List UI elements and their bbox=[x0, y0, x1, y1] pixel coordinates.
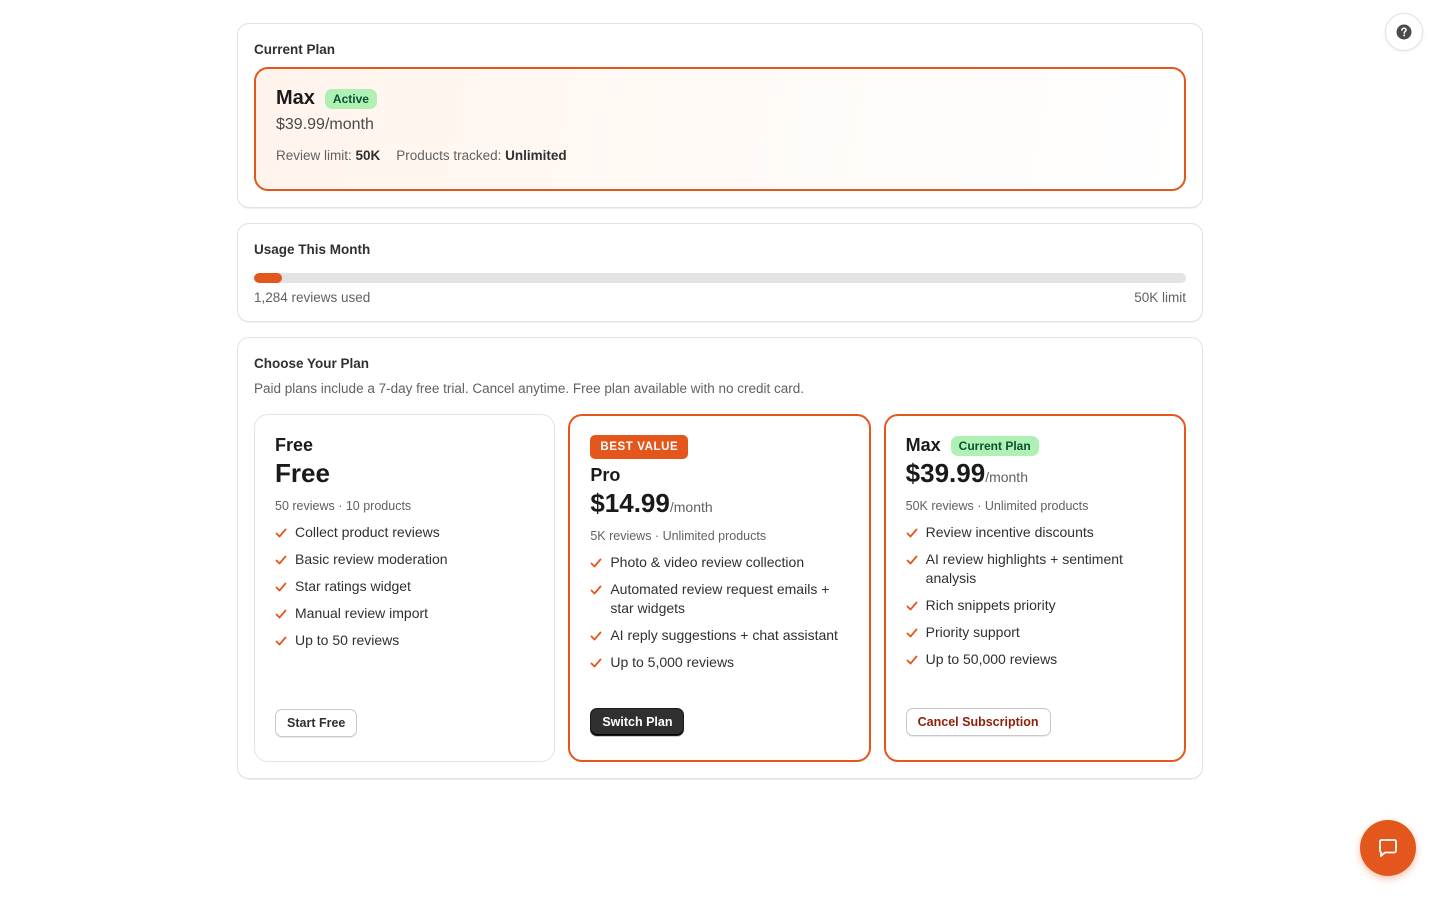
current-plan-limits: Review limit: 50K Products tracked: Unli… bbox=[276, 148, 1164, 163]
review-limit: Review limit: 50K bbox=[276, 148, 380, 163]
check-icon bbox=[590, 585, 602, 595]
check-icon bbox=[275, 582, 287, 592]
choose-plan-card: Choose Your Plan Paid plans include a 7-… bbox=[237, 337, 1203, 779]
chat-button[interactable] bbox=[1360, 820, 1416, 876]
plan-card-max: Max Current Plan $39.99/month 50K review… bbox=[883, 414, 1186, 762]
usage-card: Usage This Month 1,284 reviews used 50K … bbox=[237, 223, 1203, 322]
check-icon bbox=[906, 655, 918, 665]
feature-item: Rich snippets priority bbox=[906, 596, 1165, 615]
feature-item: Automated review request emails + star w… bbox=[590, 580, 849, 618]
check-icon bbox=[275, 609, 287, 619]
plan-price: $14.99/month bbox=[590, 488, 849, 519]
feature-text: Photo & video review collection bbox=[610, 554, 805, 570]
plan-meta: 50 reviews · 10 products bbox=[275, 499, 412, 513]
plan-meta: 5K reviews · Unlimited products bbox=[590, 529, 767, 543]
products-tracked-label: Products tracked: bbox=[396, 148, 502, 163]
usage-title: Usage This Month bbox=[254, 242, 371, 257]
feature-item: Star ratings widget bbox=[275, 577, 534, 596]
feature-item: Manual review import bbox=[275, 604, 534, 623]
feature-text: Manual review import bbox=[295, 605, 429, 621]
check-icon bbox=[275, 555, 287, 565]
products-tracked-value: Unlimited bbox=[505, 148, 567, 163]
feature-item: Up to 5,000 reviews bbox=[590, 653, 849, 672]
check-icon bbox=[906, 528, 918, 538]
current-plan-price: $39.99/month bbox=[276, 116, 374, 133]
feature-item: Priority support bbox=[906, 623, 1165, 642]
review-limit-value: 50K bbox=[355, 148, 381, 163]
current-plan-summary: Max Active $39.99/month Review limit: 50… bbox=[254, 67, 1186, 191]
check-icon bbox=[906, 555, 918, 565]
feature-text: Review incentive discounts bbox=[925, 524, 1094, 540]
choose-plan-subtitle: Paid plans include a 7-day free trial. C… bbox=[254, 381, 805, 396]
feature-text: Up to 50,000 reviews bbox=[925, 651, 1058, 667]
feature-list: Photo & video review collection Automate… bbox=[590, 553, 849, 672]
status-badge: Active bbox=[324, 88, 377, 109]
feature-text: Star ratings widget bbox=[295, 578, 411, 594]
best-value-badge: BEST VALUE bbox=[590, 435, 689, 459]
current-plan-badge: Current Plan bbox=[950, 435, 1039, 456]
switch-plan-button[interactable]: Switch Plan bbox=[590, 708, 685, 736]
check-icon bbox=[590, 631, 602, 641]
review-limit-label: Review limit: bbox=[276, 148, 352, 163]
feature-item: Up to 50 reviews bbox=[275, 631, 534, 650]
feature-text: Rich snippets priority bbox=[925, 597, 1056, 613]
start-free-button[interactable]: Start Free bbox=[275, 709, 358, 737]
plan-price-amount: $39.99 bbox=[905, 458, 986, 488]
plan-meta: 50K reviews · Unlimited products bbox=[905, 499, 1089, 513]
feature-text: Collect product reviews bbox=[295, 524, 440, 540]
feature-item: Basic review moderation bbox=[275, 550, 534, 569]
plan-name: Free bbox=[275, 435, 314, 455]
check-icon bbox=[906, 628, 918, 638]
current-plan-card: Current Plan Max Active $39.99/month Rev… bbox=[237, 23, 1203, 208]
feature-item: Collect product reviews bbox=[275, 523, 534, 542]
feature-text: AI review highlights + sentiment analysi… bbox=[925, 551, 1123, 586]
usage-used-text: 1,284 reviews used bbox=[254, 290, 371, 305]
feature-text: Up to 5,000 reviews bbox=[610, 654, 735, 670]
chat-bubble-icon bbox=[1379, 839, 1397, 857]
check-icon bbox=[590, 558, 602, 568]
question-circle-icon bbox=[1396, 24, 1412, 40]
help-button[interactable] bbox=[1385, 13, 1423, 51]
billing-page: Current Plan Max Active $39.99/month Rev… bbox=[237, 23, 1203, 794]
plan-name: Pro bbox=[590, 465, 621, 485]
plan-price-amount: Free bbox=[275, 458, 330, 488]
products-tracked: Products tracked: Unlimited bbox=[396, 148, 566, 163]
feature-list: Collect product reviews Basic review mod… bbox=[275, 523, 534, 650]
feature-item: Photo & video review collection bbox=[590, 553, 849, 572]
feature-text: Basic review moderation bbox=[295, 551, 448, 567]
usage-progress-fill bbox=[254, 273, 282, 283]
cancel-subscription-button[interactable]: Cancel Subscription bbox=[905, 708, 1051, 736]
feature-item: AI reply suggestions + chat assistant bbox=[590, 626, 849, 645]
feature-text: AI reply suggestions + chat assistant bbox=[610, 627, 838, 643]
plan-card-free: Free Free 50 reviews · 10 products Colle… bbox=[254, 414, 556, 762]
plan-price-period: /month bbox=[669, 499, 713, 515]
feature-item: Up to 50,000 reviews bbox=[906, 650, 1165, 669]
usage-limit-text: 50K limit bbox=[1134, 290, 1186, 305]
plan-card-pro: BEST VALUE Pro $14.99/month 5K reviews ·… bbox=[568, 414, 871, 762]
check-icon bbox=[275, 636, 287, 646]
choose-plan-title: Choose Your Plan bbox=[254, 356, 370, 371]
plan-price: $39.99/month bbox=[906, 458, 1165, 489]
feature-item: AI review highlights + sentiment analysi… bbox=[906, 550, 1165, 588]
plan-price-amount: $14.99 bbox=[590, 488, 670, 518]
plan-price: Free bbox=[275, 458, 534, 489]
feature-list: Review incentive discounts AI review hig… bbox=[906, 523, 1165, 669]
plan-name: Max bbox=[905, 435, 941, 455]
feature-text: Automated review request emails + star w… bbox=[610, 581, 830, 616]
feature-text: Up to 50 reviews bbox=[295, 632, 400, 648]
current-plan-name: Max bbox=[276, 87, 315, 109]
feature-text: Priority support bbox=[925, 624, 1020, 640]
plan-list: Free Free 50 reviews · 10 products Colle… bbox=[254, 414, 1186, 762]
check-icon bbox=[590, 658, 602, 668]
plan-price-period: /month bbox=[985, 469, 1028, 485]
current-plan-title: Current Plan bbox=[254, 42, 336, 57]
feature-item: Review incentive discounts bbox=[906, 523, 1165, 542]
check-icon bbox=[275, 528, 287, 538]
check-icon bbox=[906, 601, 918, 611]
usage-progress-bar bbox=[254, 273, 1186, 283]
